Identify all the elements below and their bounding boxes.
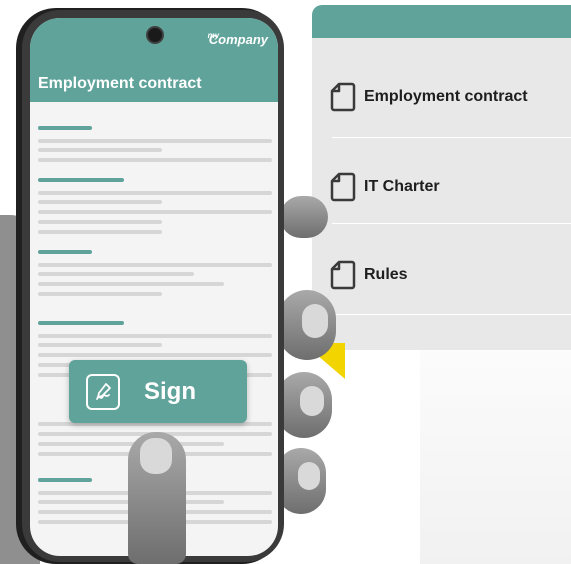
text-line <box>38 148 162 152</box>
panel-header <box>312 5 571 38</box>
document-item-it-charter[interactable]: IT Charter <box>330 167 571 207</box>
document-icon <box>330 82 356 112</box>
document-item-rules[interactable]: Rules <box>330 255 571 295</box>
section-heading-line <box>38 321 124 325</box>
text-line <box>38 158 272 162</box>
document-icon <box>330 260 356 290</box>
document-item-label: Rules <box>364 266 408 283</box>
brand-small: my <box>207 31 220 40</box>
document-item-label: Employment contract <box>364 88 528 105</box>
fingernail <box>302 304 328 338</box>
scene: Employment contract IT Charter Rules my … <box>0 0 571 564</box>
document-item-label: IT Charter <box>364 178 440 195</box>
finger <box>276 372 332 438</box>
text-line <box>38 263 272 267</box>
section-heading-line <box>38 250 92 254</box>
fingernail <box>298 462 320 490</box>
text-line <box>38 230 162 234</box>
finger <box>280 196 328 238</box>
fingernail <box>140 438 172 474</box>
document-list-panel: Employment contract IT Charter Rules <box>312 5 571 350</box>
finger <box>278 290 336 360</box>
screen-title: Employment contract <box>38 75 202 92</box>
text-line <box>38 343 162 347</box>
text-line <box>38 210 272 214</box>
divider <box>332 137 571 138</box>
text-line <box>38 200 162 204</box>
divider <box>332 223 571 224</box>
text-line <box>38 220 162 224</box>
text-line <box>38 292 162 296</box>
fingernail <box>300 386 324 416</box>
text-line <box>38 282 224 286</box>
document-item-employment-contract[interactable]: Employment contract <box>330 77 571 117</box>
section-heading-line <box>38 478 92 482</box>
camera-icon <box>146 26 164 44</box>
brand-logo: my Company <box>194 31 268 47</box>
section-heading-line <box>38 178 124 182</box>
text-line <box>38 334 272 338</box>
section-heading-line <box>38 126 92 130</box>
document-icon <box>330 172 356 202</box>
text-line <box>38 139 272 143</box>
signature-icon <box>86 373 120 410</box>
tapping-finger <box>128 432 186 564</box>
text-line <box>38 191 272 195</box>
sign-button[interactable]: Sign <box>69 360 247 423</box>
text-line <box>38 353 272 357</box>
sign-button-label: Sign <box>144 377 196 405</box>
divider <box>332 314 571 315</box>
text-line <box>38 272 194 276</box>
